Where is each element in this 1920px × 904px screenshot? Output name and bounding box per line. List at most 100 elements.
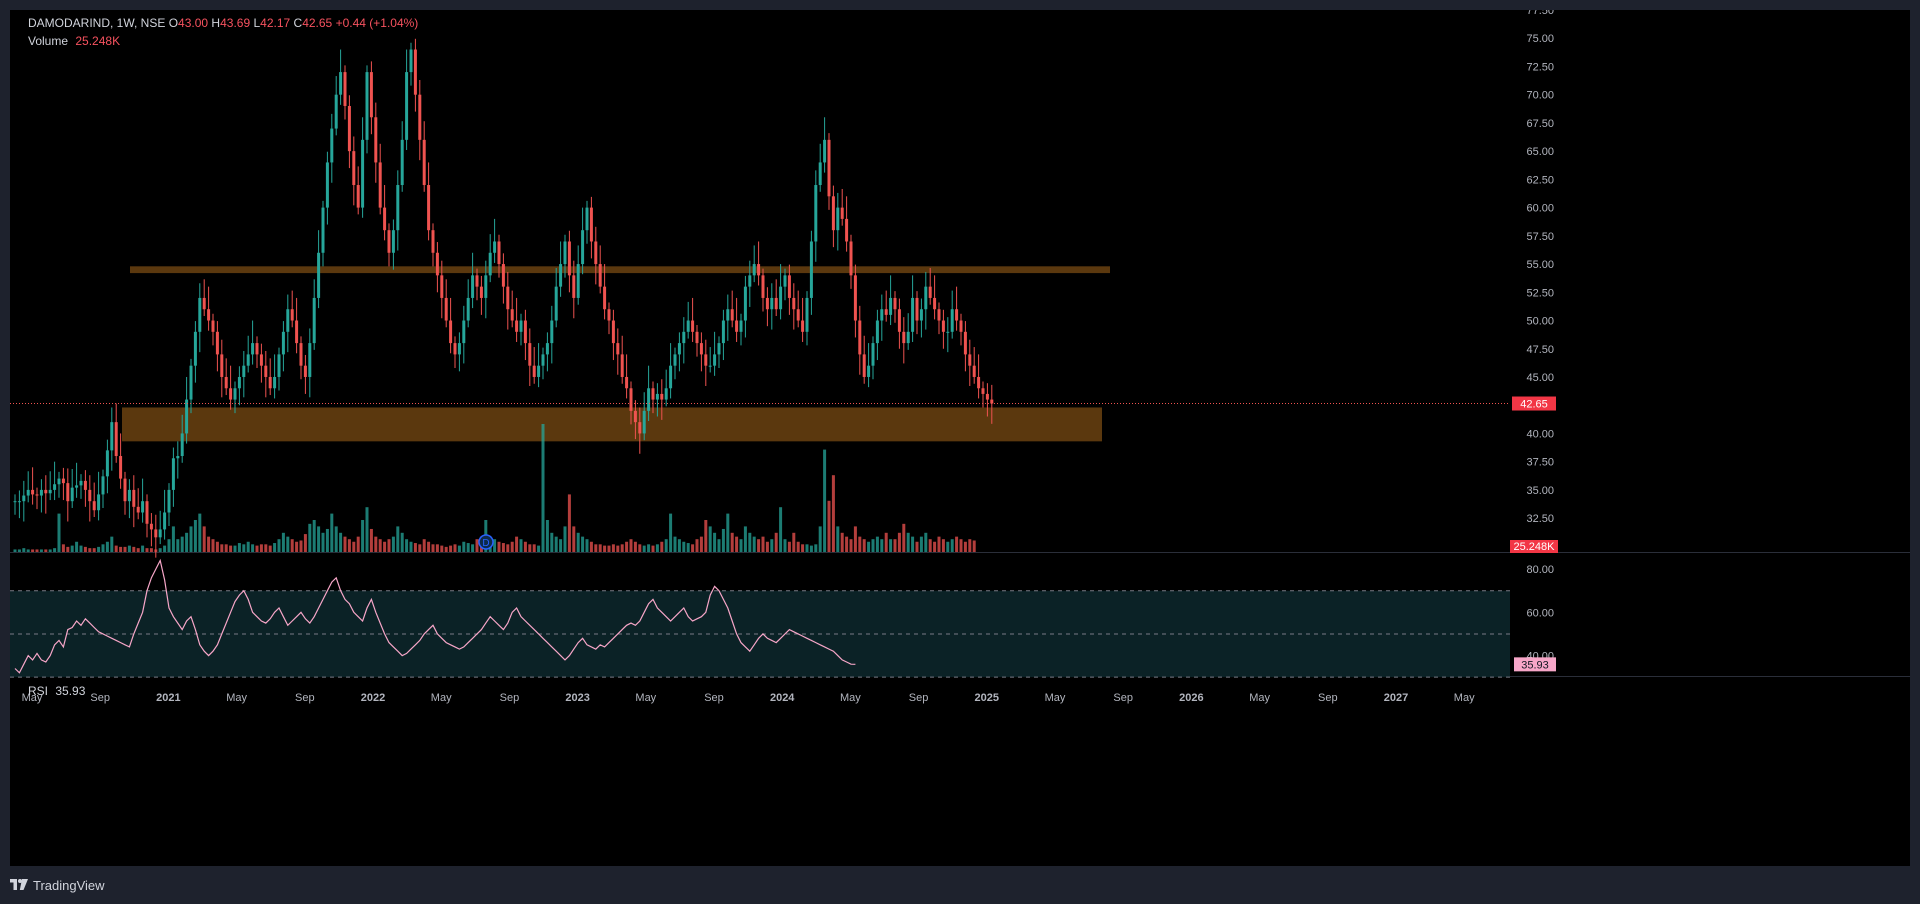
volume-bar — [281, 532, 285, 552]
candle-body — [255, 343, 259, 355]
volume-bar — [651, 545, 655, 552]
volume-bar — [567, 494, 571, 552]
price-tick-label: 67.50 — [1526, 118, 1554, 130]
volume-bar — [365, 507, 369, 552]
candle-body — [176, 456, 180, 459]
volume-bar — [220, 544, 224, 552]
price-tick-label: 50.00 — [1526, 316, 1554, 328]
volume-bar — [418, 544, 422, 552]
volume-bar — [123, 546, 127, 552]
candle-body — [576, 264, 580, 298]
candle-body — [616, 343, 620, 355]
volume-bar — [180, 536, 184, 552]
candle-body — [312, 297, 316, 344]
candle-body — [13, 501, 17, 503]
candle-body — [462, 320, 466, 344]
volume-bar — [937, 536, 941, 552]
candle-body — [990, 399, 994, 404]
volume-bar — [871, 539, 875, 552]
volume-bar — [528, 544, 532, 552]
volume-bar — [880, 539, 884, 552]
candle-body — [163, 512, 167, 530]
candle-body — [453, 343, 457, 355]
time-tick-label: May — [1249, 692, 1270, 704]
volume-bar — [708, 526, 712, 552]
chart-canvas[interactable]: D30.0032.5035.0037.5040.0042.5045.0047.5… — [10, 5, 1910, 866]
volume-bar — [783, 539, 787, 552]
volume-bar — [792, 532, 796, 552]
volume-bar — [862, 539, 866, 552]
candle-body — [53, 484, 57, 490]
candle-body — [691, 320, 695, 332]
candle-body — [625, 376, 629, 389]
volume-bar — [506, 544, 510, 552]
candle-body — [185, 399, 189, 434]
volume-bar — [286, 536, 290, 552]
candle-body — [405, 72, 409, 140]
candle-body — [224, 376, 228, 389]
volume-bar — [312, 520, 316, 552]
volume-bar — [554, 536, 558, 552]
volume-bar — [70, 545, 74, 552]
candle-body — [101, 476, 105, 495]
candle-body — [669, 365, 673, 389]
time-tick-label: 2023 — [565, 692, 589, 704]
volume-bar — [933, 541, 937, 552]
volume-bar — [704, 520, 708, 552]
volume-bar — [246, 541, 250, 552]
candle-body — [686, 320, 690, 332]
volume-bar — [57, 513, 61, 552]
volume-bar — [572, 526, 576, 552]
volume-bar — [299, 540, 303, 552]
candle-body — [171, 458, 175, 490]
volume-bar — [796, 541, 800, 552]
volume-bar — [435, 544, 439, 552]
candle-body — [818, 162, 822, 186]
volume-bar — [845, 536, 849, 552]
candle-body — [374, 117, 378, 163]
volume-bar — [383, 541, 387, 552]
volume-bar — [264, 544, 268, 552]
candle-body — [699, 343, 703, 355]
volume-bar — [400, 532, 404, 552]
volume-bar — [831, 475, 835, 552]
candle-body — [545, 343, 549, 355]
candle-body — [840, 207, 844, 219]
candle-body — [968, 354, 972, 366]
candle-body — [774, 297, 778, 310]
candle-body — [906, 331, 910, 344]
candle-body — [726, 309, 730, 321]
candle-body — [295, 320, 299, 344]
candle-body — [493, 241, 497, 253]
candle-body — [506, 286, 510, 310]
volume-bar — [347, 539, 351, 552]
volume-bar — [119, 546, 123, 552]
candle-body — [743, 286, 747, 321]
volume-bar — [541, 424, 545, 552]
volume-bar — [677, 539, 681, 552]
candle-body — [484, 275, 488, 298]
candle-body — [924, 286, 928, 310]
candle-body — [365, 72, 369, 140]
candle-body — [704, 354, 708, 366]
volume-bar — [396, 526, 400, 552]
candle-body — [660, 393, 664, 400]
candle-body — [915, 297, 919, 321]
candle-body — [440, 275, 444, 298]
candle-body — [673, 354, 677, 366]
volume-bar — [171, 526, 175, 552]
volume-bar — [339, 532, 343, 552]
candle-body — [286, 309, 290, 332]
candle-body — [572, 275, 576, 298]
candle-body — [167, 489, 171, 513]
volume-bar — [198, 513, 202, 552]
candle-body — [862, 354, 866, 377]
price-tick-label: 47.50 — [1526, 344, 1554, 356]
volume-bar — [308, 523, 312, 552]
candle-body — [22, 495, 26, 502]
volume-bar — [259, 544, 263, 552]
volume-bar — [163, 545, 167, 552]
price-tick-label: 37.50 — [1526, 457, 1554, 469]
candle-body — [97, 494, 101, 511]
candle-body — [202, 297, 206, 310]
